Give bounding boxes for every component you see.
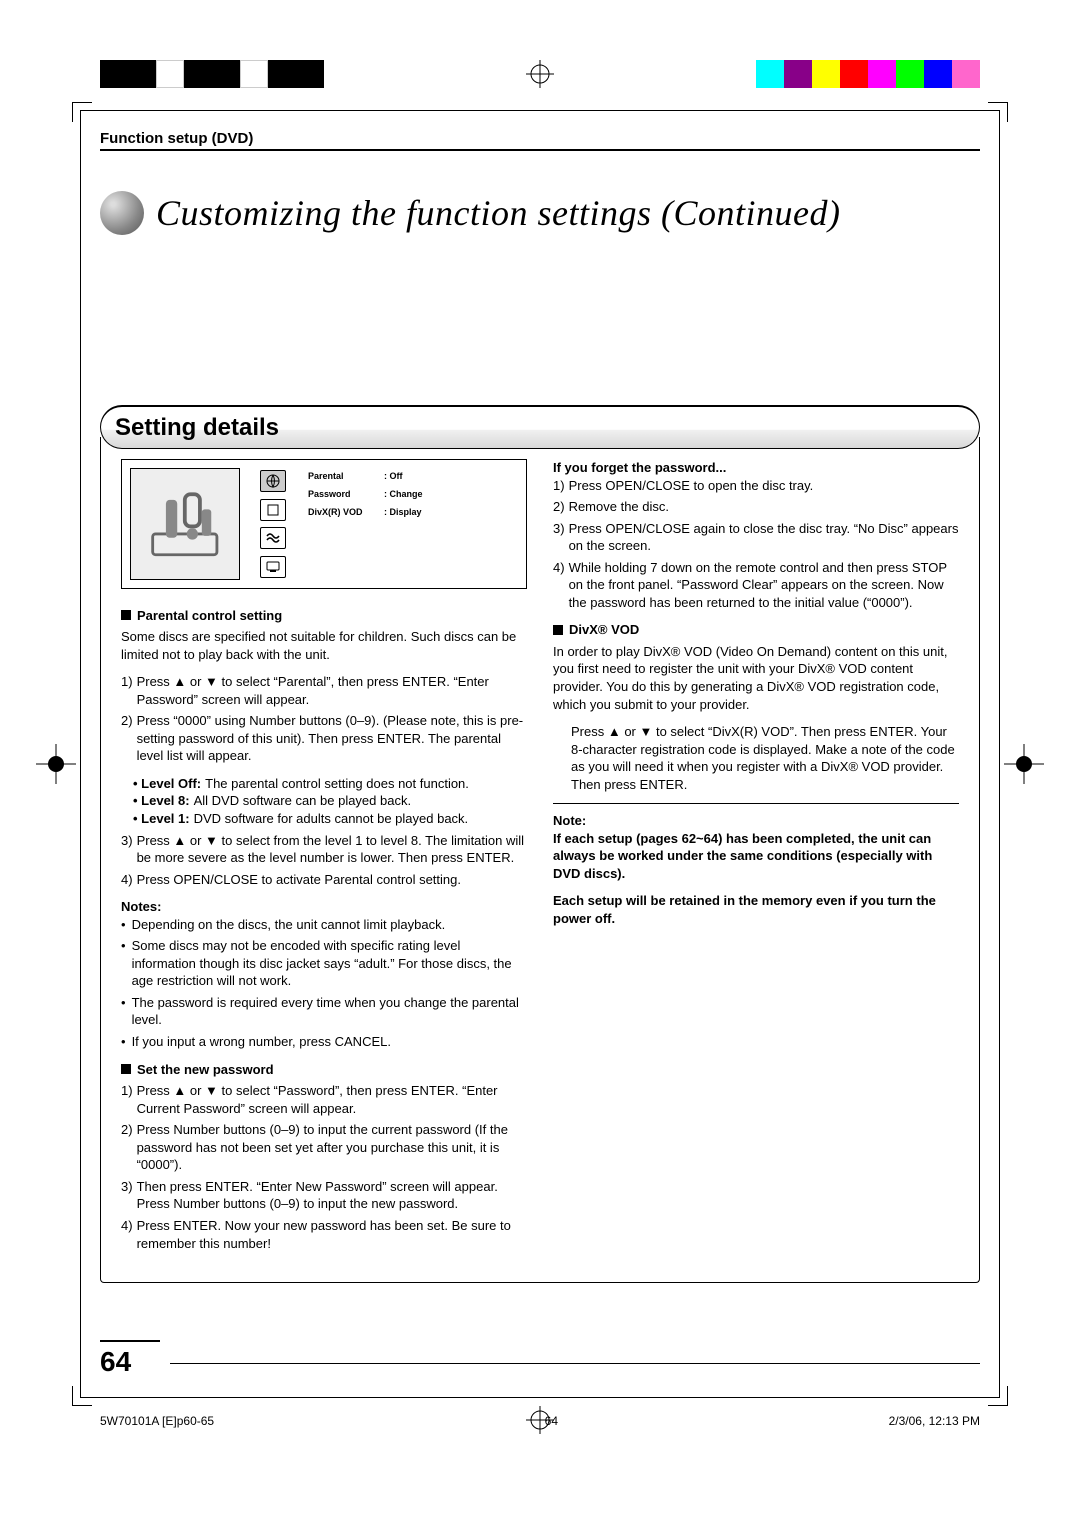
registration-mark-top: [526, 60, 554, 88]
body-text: Some discs are specified not suitable fo…: [121, 628, 527, 663]
note-label: Note:: [553, 812, 959, 830]
menu-screenshot: Parental: Off Password: Change DivX(R) V…: [121, 459, 527, 589]
colorbar-right: [756, 60, 980, 88]
tab-icon: [260, 527, 286, 549]
heading: Setting details: [115, 414, 279, 442]
forget-steps: 1)Press OPEN/CLOSE to open the disc tray…: [553, 477, 959, 612]
subhead-forget: If you forget the password...: [553, 459, 959, 477]
title-bullet-icon: [100, 191, 144, 235]
body-text: Press ▲ or ▼ to select “DivX(R) VOD”. Th…: [571, 723, 959, 793]
tab-icon: [260, 470, 286, 492]
menu-tabs: [260, 468, 288, 580]
footer-center: 64: [545, 1414, 558, 1428]
body-text: In order to play DivX® VOD (Video On Dem…: [553, 643, 959, 713]
crop-corner: [72, 1386, 92, 1406]
password-steps: 1)Press ▲ or ▼ to select “Password”, the…: [121, 1082, 527, 1252]
rule: [170, 1363, 980, 1364]
parental-steps-b: 3)Press ▲ or ▼ to select from the level …: [121, 832, 527, 889]
content-frame: Parental: Off Password: Change DivX(R) V…: [100, 437, 980, 1283]
tab-icon: [260, 556, 286, 578]
left-column: Parental: Off Password: Change DivX(R) V…: [121, 459, 527, 1262]
subhead-password: Set the new password: [121, 1061, 527, 1079]
menu-graphic-icon: [130, 468, 240, 580]
rule: [100, 149, 980, 151]
crop-corner: [988, 102, 1008, 122]
heading-bar: Setting details: [100, 405, 980, 449]
right-column: If you forget the password... 1)Press OP…: [553, 459, 959, 1262]
footer-left: 5W70101A [E]p60-65: [100, 1414, 214, 1428]
footer: 5W70101A [E]p60-65 64 2/3/06, 12:13 PM: [100, 1414, 980, 1428]
registration-mark-right: [1004, 744, 1044, 784]
notes-list: Depending on the discs, the unit cannot …: [121, 916, 527, 1051]
crop-corner: [988, 1386, 1008, 1406]
subhead-divx: DivX® VOD: [553, 621, 959, 639]
section-label: Function setup (DVD): [100, 130, 980, 147]
registration-mark-left: [36, 744, 76, 784]
colorbar-left: [100, 60, 324, 88]
footer-right: 2/3/06, 12:13 PM: [889, 1414, 980, 1428]
page-number: 64: [100, 1340, 160, 1378]
subhead-parental: Parental control setting: [121, 607, 527, 625]
rule: [553, 803, 959, 804]
crop-corner: [72, 102, 92, 122]
page-title: Customizing the function settings (Conti…: [156, 192, 840, 234]
menu-list: Parental: Off Password: Change DivX(R) V…: [308, 468, 518, 580]
page-content: Function setup (DVD) Customizing the fun…: [100, 130, 980, 1378]
note-body: If each setup (pages 62~64) has been com…: [553, 830, 959, 883]
tab-icon: [260, 499, 286, 521]
parental-steps: 1)Press ▲ or ▼ to select “Parental”, the…: [121, 673, 527, 765]
notes-label: Notes:: [121, 898, 527, 916]
note-body: Each setup will be retained in the memor…: [553, 892, 959, 927]
